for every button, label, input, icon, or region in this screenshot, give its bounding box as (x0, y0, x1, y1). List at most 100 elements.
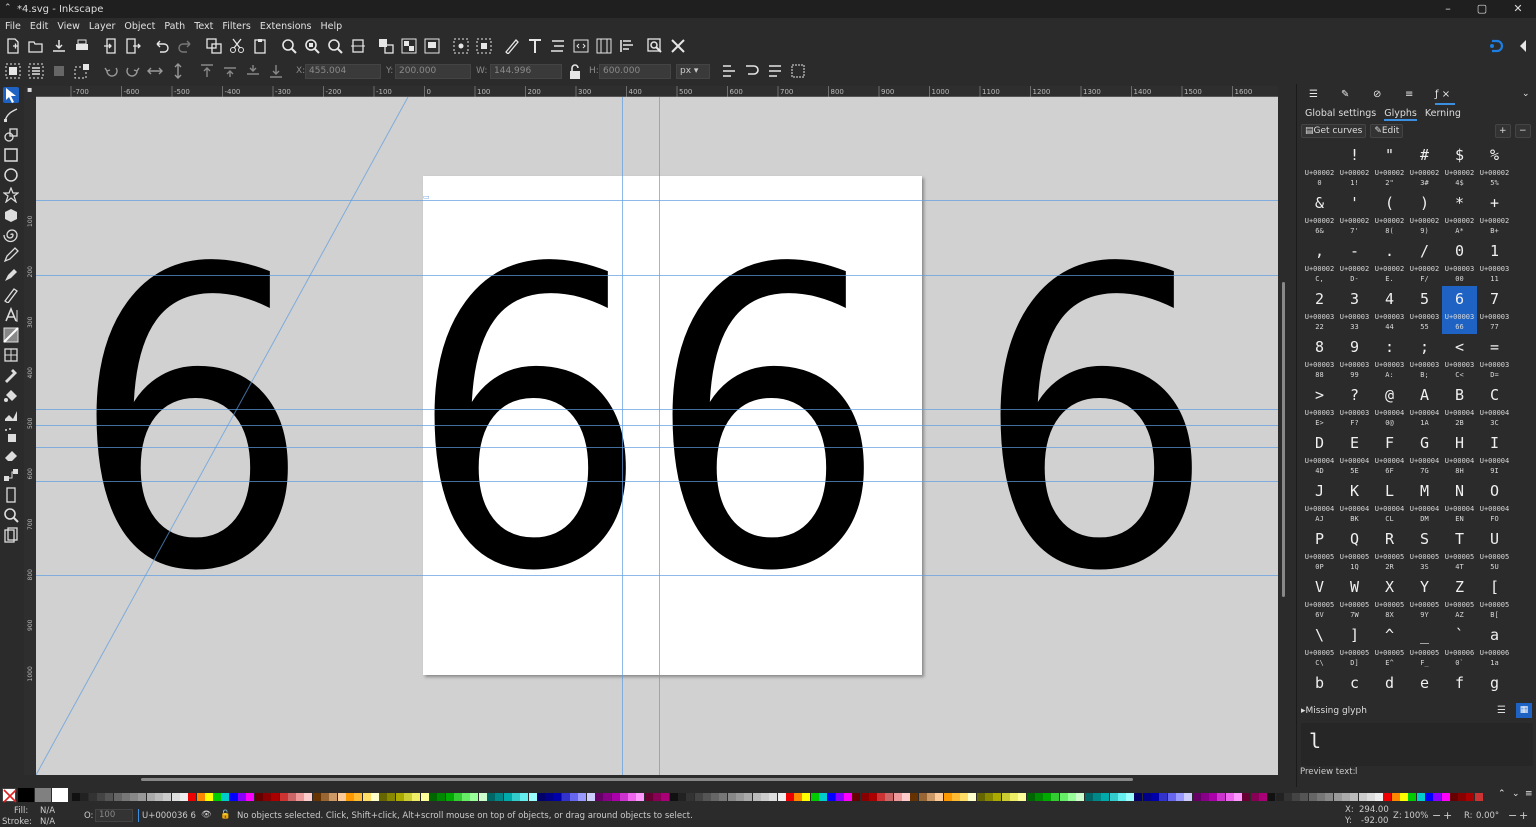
dialog-tab-2-icon[interactable]: ✎ (1341, 89, 1349, 100)
color-swatch[interactable] (694, 793, 703, 801)
color-swatch[interactable] (1250, 793, 1259, 801)
find-icon[interactable] (646, 37, 664, 55)
color-swatch[interactable] (918, 793, 927, 801)
color-swatch[interactable] (1043, 793, 1052, 801)
color-swatch[interactable] (163, 793, 172, 801)
glyph-cell[interactable]: ' U+00002 7' (1337, 190, 1372, 238)
color-swatch[interactable] (520, 793, 529, 801)
glyph-cell[interactable]: \ U+00005 C\ (1302, 622, 1337, 670)
tab-kerning[interactable]: Kerning (1425, 108, 1461, 121)
glyph-cell[interactable]: $ U+00002 4$ (1442, 142, 1477, 190)
color-swatch[interactable] (578, 793, 587, 801)
glyph-cell[interactable]: K U+00004 BK (1337, 478, 1372, 526)
lock-icon[interactable] (566, 63, 584, 81)
pen-tool-icon[interactable] (3, 267, 19, 283)
color-swatch[interactable] (1466, 793, 1475, 801)
rotate-minus-icon[interactable]: − (1508, 809, 1517, 822)
color-swatch[interactable] (362, 793, 371, 801)
color-swatch[interactable] (785, 793, 794, 801)
glyph-cell[interactable]: 4 U+00003 44 (1372, 286, 1407, 334)
menu-text[interactable]: Text (194, 21, 213, 32)
color-swatch[interactable] (1076, 793, 1085, 801)
rotate-plus-icon[interactable]: + (1519, 809, 1528, 822)
color-swatch[interactable] (337, 793, 346, 801)
paint-bucket-tool-icon[interactable] (3, 387, 19, 403)
dialog-tab-3-icon[interactable]: ⊘ (1373, 89, 1381, 100)
deselect-icon[interactable] (73, 62, 91, 80)
color-swatch[interactable] (536, 793, 545, 801)
color-swatch[interactable] (246, 793, 255, 801)
color-swatch[interactable] (204, 793, 213, 801)
color-swatch[interactable] (935, 793, 944, 801)
glyph-cell[interactable]: e (1407, 670, 1442, 698)
add-glyph-button[interactable]: + (1495, 124, 1511, 138)
missing-glyph-expander[interactable]: ▸Missing glyph (1301, 706, 1367, 716)
gradient-tool-icon[interactable] (3, 327, 19, 343)
undo-icon[interactable] (153, 37, 171, 55)
color-swatch[interactable] (993, 793, 1002, 801)
color-swatch[interactable] (329, 793, 338, 801)
color-swatch[interactable] (379, 793, 388, 801)
color-swatch[interactable] (96, 793, 105, 801)
color-swatch[interactable] (677, 793, 686, 801)
remove-glyph-button[interactable]: − (1515, 124, 1531, 138)
zoom-in-icon[interactable]: + (1443, 809, 1452, 822)
color-swatch[interactable] (354, 793, 363, 801)
y-field[interactable]: 200.000 (395, 64, 471, 79)
layer-visibility-icon[interactable]: 👁 (201, 810, 212, 820)
color-swatch[interactable] (1308, 793, 1317, 801)
glyph-cell[interactable]: % U+00002 5% (1477, 142, 1512, 190)
drawing-canvas[interactable]: ▭ 6 6 6 6 (36, 97, 1278, 775)
glyph-cell[interactable]: ^ U+00005 E^ (1372, 622, 1407, 670)
tab-global-settings[interactable]: Global settings (1305, 108, 1376, 121)
vertical-scroll-thumb[interactable] (1282, 282, 1285, 597)
color-swatch[interactable] (719, 793, 728, 801)
lower-one-icon[interactable] (244, 62, 262, 80)
color-swatch[interactable] (1192, 793, 1201, 801)
color-swatch[interactable] (943, 793, 952, 801)
color-swatch[interactable] (437, 793, 446, 801)
lock-guides-icon[interactable]: ▪ (27, 85, 32, 94)
selector-tool-icon[interactable] (3, 87, 19, 103)
zoom-drawing-icon[interactable] (303, 37, 321, 55)
color-swatch[interactable] (1333, 793, 1342, 801)
layer-lock-icon[interactable]: 🔓 (220, 810, 231, 820)
w-field[interactable]: 144.996 (490, 64, 562, 79)
zoom-tool-icon[interactable] (3, 507, 19, 523)
color-swatch[interactable] (254, 793, 263, 801)
color-swatch[interactable] (262, 793, 271, 801)
color-swatch[interactable] (528, 793, 537, 801)
dialog-tab-1-icon[interactable]: ☰ (1309, 89, 1318, 100)
color-swatch[interactable] (1408, 793, 1417, 801)
color-swatch[interactable] (1375, 793, 1384, 801)
color-swatch[interactable] (155, 793, 163, 801)
glyph-cell[interactable]: c (1337, 670, 1372, 698)
color-swatch[interactable] (1474, 793, 1483, 801)
glyph-cell[interactable]: ] U+00005 D] (1337, 622, 1372, 670)
panel-menu-chevron-icon[interactable]: ⌄ (1522, 89, 1530, 99)
glyph-cell[interactable]: W U+00005 7W (1337, 574, 1372, 622)
glyph-cell[interactable]: 7 U+00003 77 (1477, 286, 1512, 334)
font-editor-tab-icon[interactable]: ƒ × (1435, 89, 1450, 100)
color-swatch[interactable] (1424, 793, 1433, 801)
menu-file[interactable]: File (5, 21, 21, 32)
color-swatch[interactable] (794, 793, 803, 801)
color-swatch[interactable] (1283, 793, 1292, 801)
raise-icon[interactable] (423, 37, 441, 55)
duplicate-icon[interactable] (205, 37, 223, 55)
glyph-cell[interactable]: T U+00005 4T (1442, 526, 1477, 574)
glyph-cell[interactable]: ; U+00003 B; (1407, 334, 1442, 382)
glyph-cell[interactable]: Z U+00005 AZ (1442, 574, 1477, 622)
color-swatch[interactable] (370, 793, 379, 801)
color-swatch[interactable] (976, 793, 985, 801)
color-swatch[interactable] (636, 793, 645, 801)
color-swatch[interactable] (121, 793, 130, 801)
color-swatch[interactable] (893, 793, 902, 801)
color-swatch[interactable] (395, 793, 404, 801)
color-swatch[interactable] (1167, 793, 1176, 801)
glyph-cell[interactable]: 3 U+00003 33 (1337, 286, 1372, 334)
color-swatch[interactable] (686, 793, 695, 801)
horizontal-ruler[interactable]: -700 -600 -500 -400 -300 -200 -100 0 100 200 300 40… (36, 86, 1278, 97)
minimize-button[interactable]: – (1432, 0, 1464, 18)
color-swatch[interactable] (1225, 793, 1234, 801)
